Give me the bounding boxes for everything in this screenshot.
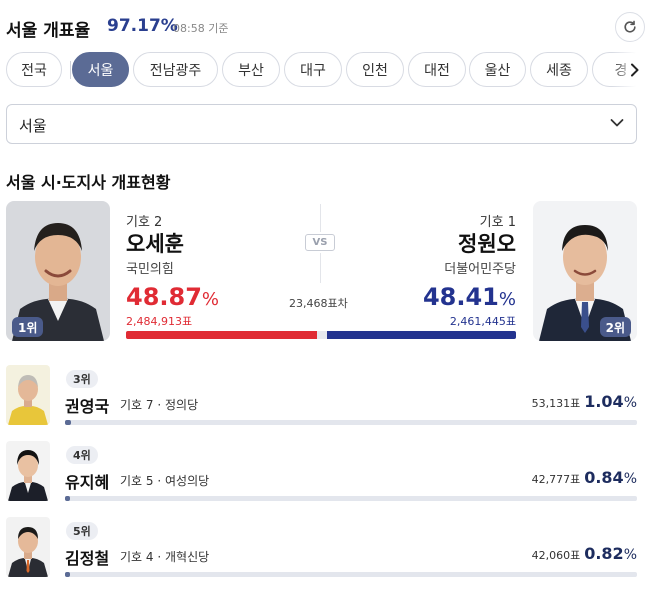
vote-share-bar [65, 496, 637, 501]
tab-nationwide[interactable]: 전국 [6, 52, 62, 87]
region-select[interactable]: 서울 [6, 104, 637, 144]
candidate-name: 권영국 [65, 397, 110, 416]
candidate-votes: 42,777표 [531, 473, 581, 486]
candidate-party: 정의당 [164, 398, 199, 412]
tab-divider [70, 61, 71, 79]
candidate-thumbnail [6, 365, 50, 425]
candidate-portrait [6, 441, 50, 501]
vote-share-fill [65, 572, 70, 577]
candidate-party: 국민의힘 [126, 262, 174, 277]
candidate-meta: 기호 7 · 정의당 [120, 398, 199, 412]
candidate-number: 기호 4 [120, 550, 154, 564]
candidate-result: 42,777표 0.84% [532, 468, 637, 487]
candidate-party: 더불어민주당 [444, 262, 516, 277]
rank-badge: 1위 [12, 317, 44, 337]
percent-value: 0.82 [584, 544, 624, 563]
tab-ulsan[interactable]: 울산 [469, 52, 526, 87]
candidate-row[interactable]: 3위 권영국 기호 7 · 정의당 53,131표 1.04% [6, 365, 637, 435]
percent-unit: % [623, 471, 637, 487]
section-title: 서울 시·도지사 개표현황 [6, 173, 171, 192]
percent-unit: % [623, 395, 637, 411]
candidate-percent: 0.82% [584, 544, 637, 563]
candidate-photo-right[interactable]: 2위 [533, 201, 637, 341]
percent-value: 1.04 [584, 392, 624, 411]
candidate-meta: 기호 5 · 여성의당 [120, 474, 210, 488]
candidate-result: 53,131표 1.04% [532, 392, 637, 411]
candidate-name: 정원오 [458, 232, 516, 256]
tab-seoul[interactable]: 서울 [72, 52, 129, 87]
rank-badge: 2위 [599, 317, 631, 337]
percent-unit: % [623, 547, 637, 563]
chevron-down-icon [610, 119, 624, 127]
refresh-icon [624, 20, 636, 33]
vote-share-bar [65, 420, 637, 425]
candidate-name: 유지혜 [65, 473, 110, 492]
candidate-photo-left[interactable]: 1위 [6, 201, 110, 341]
vote-share-bar [126, 331, 516, 339]
candidate-result: 42,060표 0.82% [532, 544, 637, 563]
vote-share-fill [65, 496, 70, 501]
vs-badge: VS [305, 234, 335, 251]
tab-incheon[interactable]: 인천 [346, 52, 404, 87]
rank-chip: 3위 [66, 370, 98, 388]
candidate-party: 개혁신당 [164, 550, 210, 564]
candidate-percent: 48.41% [423, 283, 516, 311]
tab-daejeon[interactable]: 대전 [408, 52, 466, 87]
candidate-name: 오세훈 [126, 232, 184, 256]
header-title: 서울 개표율 [6, 21, 91, 41]
vote-share-left [126, 331, 317, 339]
candidate-votes: 2,484,913표 [126, 315, 193, 328]
candidate-name: 김정철 [65, 549, 110, 568]
tab-sejong[interactable]: 세종 [530, 52, 588, 87]
candidate-row[interactable]: 5위 김정철 기호 4 · 개혁신당 42,060표 0.82% [6, 517, 637, 587]
rank-chip: 5위 [66, 522, 98, 540]
percent-value: 48.41 [422, 283, 499, 311]
candidate-portrait [6, 365, 50, 425]
candidate-row[interactable]: 4위 유지혜 기호 5 · 여성의당 42,777표 0.84% [6, 441, 637, 511]
tab-busan[interactable]: 부산 [222, 52, 280, 87]
candidate-percent: 0.84% [584, 468, 637, 487]
vote-share-right [326, 331, 516, 339]
vote-share-bar [65, 572, 637, 577]
percent-value: 0.84 [584, 468, 624, 487]
candidate-thumbnail [6, 517, 50, 577]
percent-value: 48.87 [126, 283, 202, 311]
header: 서울 개표율 97.17% 08:58 기준 [6, 12, 645, 44]
candidate-votes: 2,461,445표 [449, 315, 516, 328]
candidate-party: 여성의당 [164, 474, 210, 488]
vs-divider [320, 204, 321, 232]
vote-share-fill [65, 420, 71, 425]
percent-unit: % [201, 289, 220, 310]
tab-daegu[interactable]: 대구 [284, 52, 342, 87]
count-rate: 97.17% [107, 16, 178, 36]
vs-divider [320, 253, 321, 283]
region-tabs: 전국 서울 전남광주 부산 대구 인천 대전 울산 세종 경 [6, 52, 656, 88]
candidate-percent: 48.87% [126, 283, 219, 311]
candidate-portrait [6, 517, 50, 577]
region-select-value: 서울 [19, 117, 47, 135]
candidate-number: 기호 5 [120, 474, 154, 488]
tabs-next-button[interactable] [626, 61, 644, 79]
candidate-thumbnail [6, 441, 50, 501]
rank-chip: 4위 [66, 446, 98, 464]
candidate-votes: 42,060표 [531, 549, 581, 562]
update-time: 08:58 기준 [173, 22, 229, 35]
percent-unit: % [498, 289, 516, 310]
vote-difference: 23,468표차 [289, 297, 348, 310]
refresh-button[interactable] [615, 12, 645, 42]
candidate-number: 기호 7 [120, 398, 154, 412]
chevron-right-icon [631, 63, 639, 77]
candidate-meta: 기호 4 · 개혁신당 [120, 550, 210, 564]
candidate-percent: 1.04% [584, 392, 637, 411]
candidate-votes: 53,131표 [531, 397, 581, 410]
tab-jeonnam-gwangju[interactable]: 전남광주 [133, 52, 218, 87]
